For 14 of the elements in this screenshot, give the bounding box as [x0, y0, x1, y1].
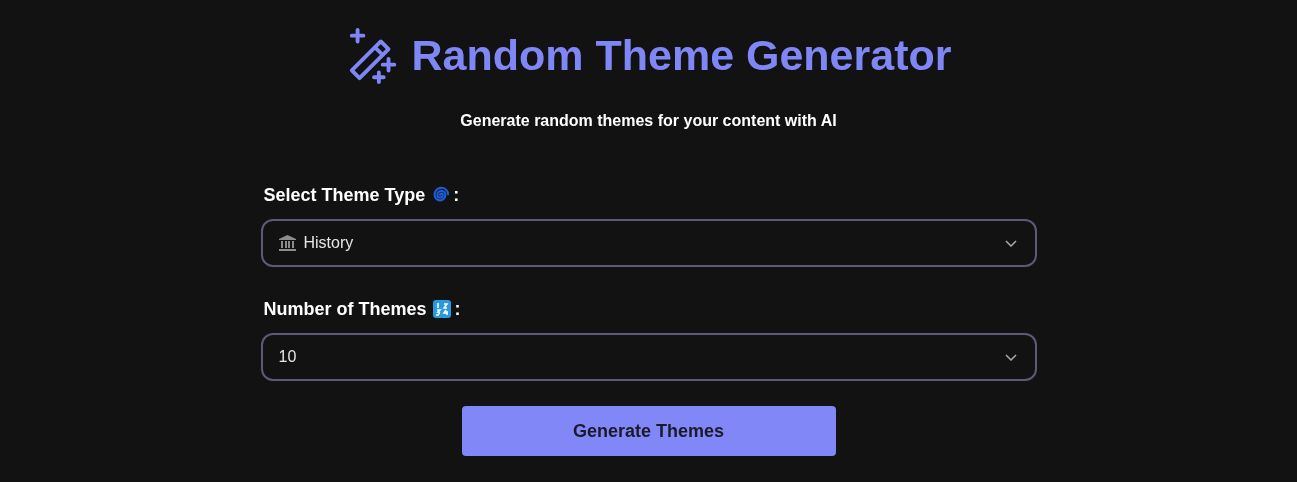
spiral-icon: [431, 186, 450, 204]
select-field[interactable]: 10: [260, 333, 1037, 381]
generate-button[interactable]: Generate Themes: [461, 406, 836, 456]
colon: :: [453, 184, 460, 206]
subtitle: Generate random themes for your content with AI: [460, 112, 837, 130]
numbers-icon: [432, 300, 451, 318]
chevron-down-icon: [1004, 353, 1017, 361]
field-label: Number of Themes: [263, 298, 427, 320]
select-field[interactable]: History: [260, 219, 1037, 267]
page-title: Random Theme Generator: [411, 30, 952, 80]
chevron-down-icon: [1004, 239, 1017, 247]
colon: :: [454, 298, 461, 320]
building-icon: [278, 235, 296, 251]
field-label: Select Theme Type: [263, 184, 426, 206]
